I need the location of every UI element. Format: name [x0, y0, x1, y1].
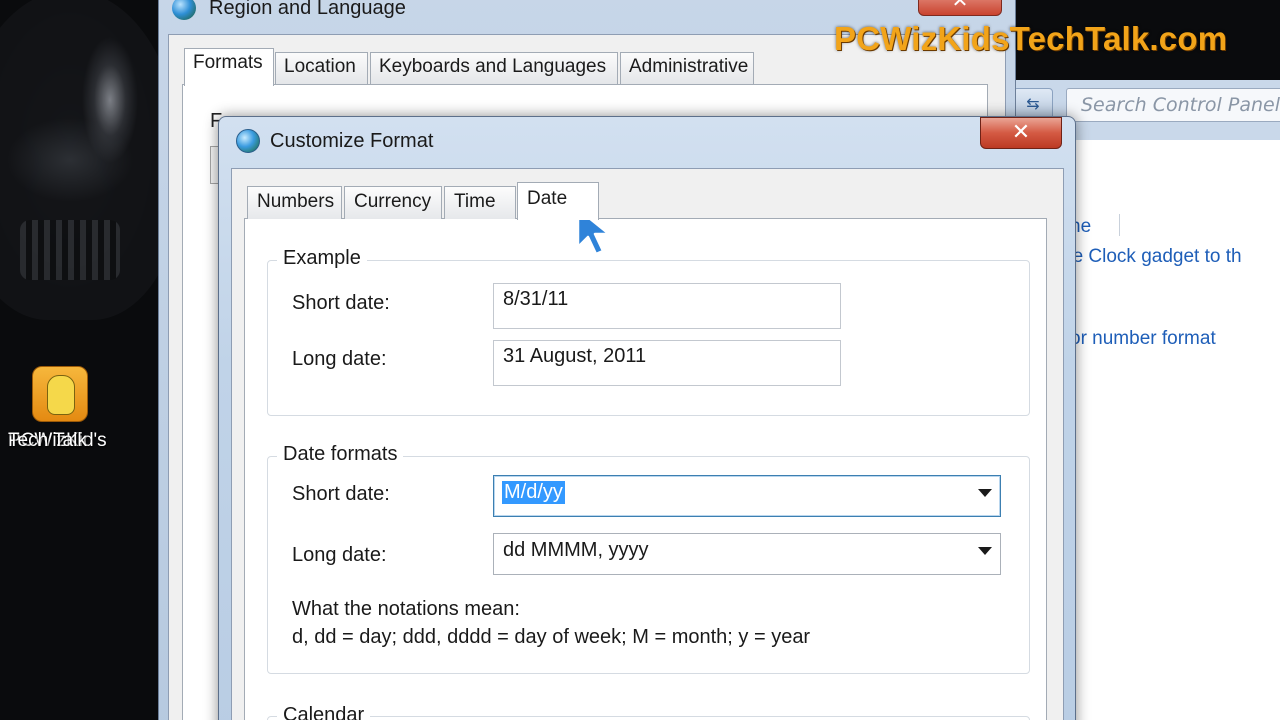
tab-formats[interactable]: Formats: [184, 48, 274, 86]
close-icon: ✕: [1011, 120, 1031, 145]
long-date-format-label: Long date:: [292, 544, 387, 566]
tab-date[interactable]: Date: [517, 182, 599, 220]
calendar-group-title: Calendar: [277, 704, 371, 720]
tab-keyboards-languages[interactable]: Keyboards and Languages: [370, 52, 618, 84]
example-long-date-label: Long date:: [292, 348, 387, 370]
desktop-shortcut-label-line2: Tech Talk: [8, 430, 87, 451]
notations-text: d, dd = day; ddd, dddd = day of week; M …: [292, 626, 811, 648]
date-formats-group-title: Date formats: [277, 443, 404, 466]
watermark-text: PCWizKidsTechTalk.com: [834, 20, 1228, 57]
region-language-title: Region and Language: [209, 0, 406, 19]
refresh-icon: ⇆: [1026, 94, 1040, 113]
link-separator: [1119, 214, 1120, 236]
customize-format-title: Customize Format: [270, 130, 434, 152]
wallpaper-helmet-image: [0, 0, 180, 320]
notations-heading: What the notations mean:: [292, 598, 520, 620]
control-panel-search-input[interactable]: Search Control Panel: [1066, 88, 1280, 122]
close-icon: ✕: [951, 0, 969, 12]
example-long-date-value: 31 August, 2011: [493, 340, 841, 386]
example-group-title: Example: [277, 247, 367, 270]
tab-time[interactable]: Time: [444, 186, 516, 219]
control-panel-link-clock-gadget[interactable]: he Clock gadget to th: [1062, 246, 1242, 268]
chevron-down-icon[interactable]: [978, 547, 992, 555]
region-language-close-button[interactable]: ✕: [918, 0, 1002, 16]
short-date-format-value[interactable]: M/d/yy: [502, 481, 565, 504]
short-date-format-label: Short date:: [292, 483, 390, 505]
control-panel-content: [1060, 140, 1280, 720]
long-date-format-value[interactable]: dd MMMM, yyyy: [503, 539, 649, 562]
long-date-format-combobox[interactable]: dd MMMM, yyyy: [493, 533, 1001, 575]
desktop-shortcut-pcwizkids[interactable]: PCWizKid's Tech Talk: [8, 362, 112, 492]
example-short-date-label: Short date:: [292, 292, 390, 314]
wallpaper-helmet-grill: [20, 220, 120, 280]
globe-icon: [236, 129, 260, 153]
tab-location[interactable]: Location: [275, 52, 368, 84]
chevron-down-icon[interactable]: [978, 489, 992, 497]
tab-administrative[interactable]: Administrative: [620, 52, 754, 84]
example-short-date-value: 8/31/11: [493, 283, 841, 329]
control-panel-link-number-format[interactable]: or number format: [1070, 328, 1216, 350]
short-date-format-combobox[interactable]: M/d/yy: [493, 475, 1001, 517]
tab-numbers[interactable]: Numbers: [247, 186, 342, 219]
tab-currency[interactable]: Currency: [344, 186, 442, 219]
customize-format-close-button[interactable]: ✕: [980, 117, 1062, 149]
cartoon-character-icon: [32, 366, 88, 422]
calendar-group: [267, 716, 1030, 720]
